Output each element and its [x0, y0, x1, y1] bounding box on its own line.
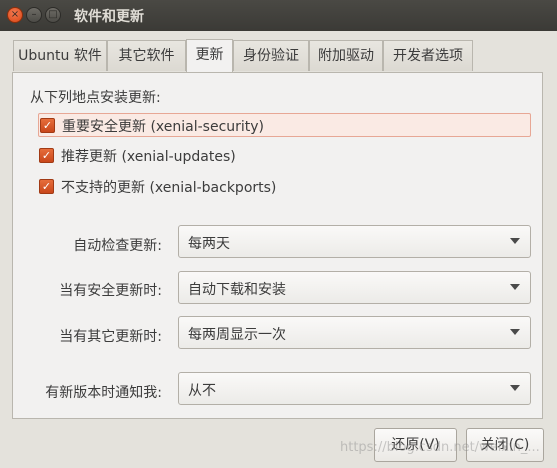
tab-developer-options[interactable]: 开发者选项 [383, 40, 473, 71]
tab-additional-drivers[interactable]: 附加驱动 [309, 40, 383, 71]
title-bar: × – □ 软件和更新 [0, 0, 557, 31]
other-updates-action-label: 当有其它更新时: [59, 329, 162, 345]
close-icon: × [10, 9, 20, 20]
tab-other-software[interactable]: 其它软件 [107, 40, 186, 71]
other-updates-action-dropdown[interactable]: 每两周显示一次 [178, 316, 531, 349]
backports-label: 不支持的更新 (xenial-backports) [61, 180, 277, 196]
revert-button[interactable]: 还原(V) [374, 428, 457, 462]
updates-panel: 从下列地点安装更新: ✓ 重要安全更新 (xenial-security) ✓ … [12, 72, 543, 419]
dropdown-arrow-icon [510, 329, 520, 335]
maximize-icon: □ [48, 9, 58, 20]
window-title: 软件和更新 [74, 9, 144, 25]
minimize-window-button[interactable]: – [26, 7, 42, 23]
minimize-icon: – [31, 9, 37, 20]
recommended-updates-checkbox[interactable]: ✓ [39, 148, 54, 163]
checkmark-icon: ✓ [42, 119, 53, 132]
new-version-notify-label: 有新版本时通知我: [45, 385, 162, 401]
close-window-button[interactable]: × [7, 7, 23, 23]
checkmark-icon: ✓ [41, 180, 52, 193]
tab-ubuntu-software[interactable]: Ubuntu 软件 [13, 40, 107, 71]
auto-check-value: 每两天 [188, 236, 230, 252]
dropdown-arrow-icon [510, 385, 520, 391]
security-updates-checkbox[interactable]: ✓ [40, 118, 55, 133]
security-updates-checkbox-row[interactable]: ✓ 重要安全更新 (xenial-security) [38, 113, 531, 137]
security-updates-label: 重要安全更新 (xenial-security) [62, 119, 265, 135]
security-updates-action-label: 当有安全更新时: [59, 283, 162, 299]
other-updates-action-value: 每两周显示一次 [188, 327, 286, 343]
tab-updates[interactable]: 更新 [186, 39, 233, 72]
dropdown-arrow-icon [510, 284, 520, 290]
security-updates-action-dropdown[interactable]: 自动下载和安装 [178, 271, 531, 304]
install-sources-label: 从下列地点安装更新: [30, 90, 161, 106]
security-updates-action-value: 自动下载和安装 [188, 282, 286, 298]
tab-authentication[interactable]: 身份验证 [233, 40, 309, 71]
backports-checkbox[interactable]: ✓ [39, 179, 54, 194]
auto-check-dropdown[interactable]: 每两天 [178, 225, 531, 258]
dropdown-arrow-icon [510, 238, 520, 244]
new-version-notify-value: 从不 [188, 383, 216, 399]
close-button[interactable]: 关闭(C) [466, 428, 544, 462]
recommended-updates-label: 推荐更新 (xenial-updates) [61, 149, 236, 165]
checkmark-icon: ✓ [41, 149, 52, 162]
auto-check-label: 自动检查更新: [73, 238, 162, 254]
new-version-notify-dropdown[interactable]: 从不 [178, 372, 531, 405]
maximize-window-button[interactable]: □ [45, 7, 61, 23]
